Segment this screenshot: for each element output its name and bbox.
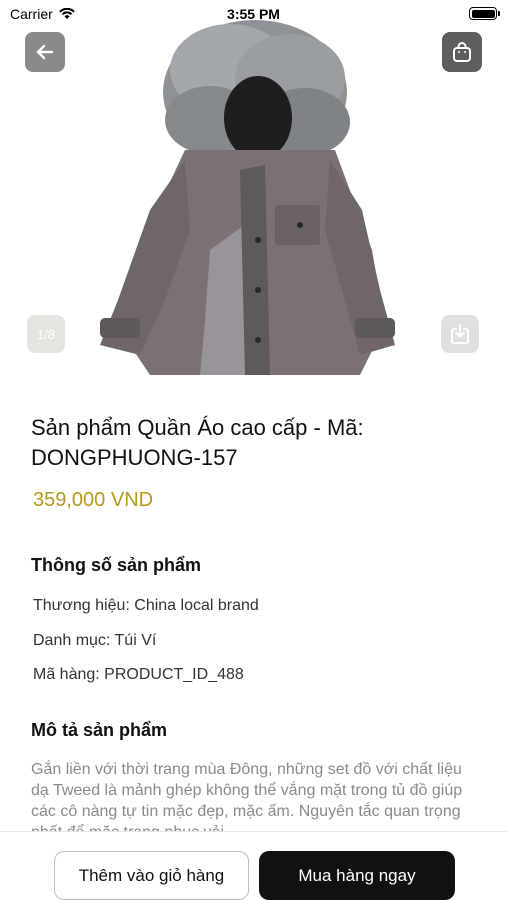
download-icon xyxy=(451,324,469,344)
description-heading: Mô tả sản phẩm xyxy=(31,720,168,740)
cart-button[interactable] xyxy=(442,32,482,72)
buy-now-button[interactable]: Mua hàng ngay xyxy=(259,851,455,900)
product-price: 359,000 VND xyxy=(33,489,154,511)
add-to-cart-button[interactable]: Thêm vào giỏ hàng xyxy=(54,851,249,900)
description-text: Gắn liền với thời trang mùa Đông, những … xyxy=(31,761,463,831)
battery-icon xyxy=(469,7,500,20)
spec-category: Danh mục: Túi Ví xyxy=(33,632,157,649)
spec-sku: Mã hàng: PRODUCT_ID_488 xyxy=(33,666,244,683)
download-button[interactable] xyxy=(441,315,479,353)
image-page-indicator: 1/8 xyxy=(27,315,65,353)
status-bar: Carrier 3:55 PM xyxy=(0,0,507,28)
description-body: Gắn liền với thời trang mùa Đông, những … xyxy=(31,759,481,831)
specs-heading: Thông số sản phẩm xyxy=(31,555,202,575)
product-title: Sản phẩm Quần Áo cao cấp - Mã: DONGPHUON… xyxy=(31,415,364,470)
bottom-bar-divider xyxy=(0,831,507,832)
clock: 3:55 PM xyxy=(227,6,280,22)
arrow-left-icon xyxy=(36,44,54,60)
shopping-bag-icon xyxy=(453,42,471,62)
back-button[interactable] xyxy=(25,32,65,72)
product-image[interactable] xyxy=(0,0,507,380)
spec-brand: Thương hiệu: China local brand xyxy=(33,597,259,614)
jacket-illustration xyxy=(100,20,395,375)
